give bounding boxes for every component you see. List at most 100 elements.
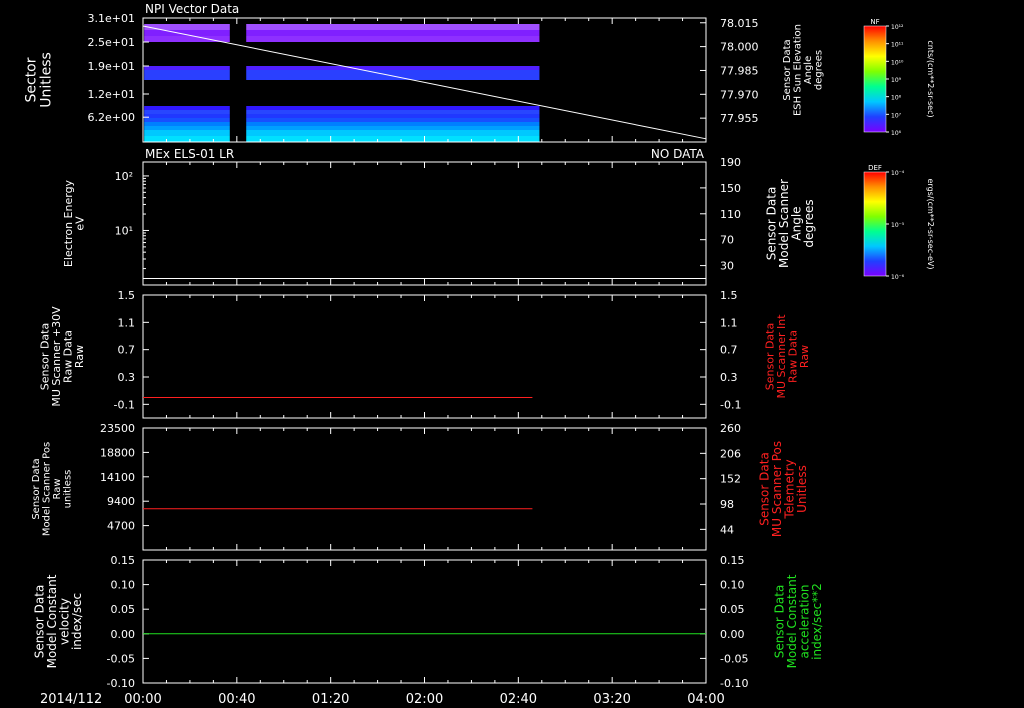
y-tick-label: 0.7 (118, 344, 136, 357)
colorbar-tick-label: 10⁶ (891, 130, 902, 137)
panel-y2label: Sensor DataESH Sun ElevationAngledegrees (782, 24, 825, 116)
heatmap-cell (144, 122, 230, 126)
y2-tick-label: 78.015 (720, 17, 759, 30)
heatmap-cell (246, 110, 540, 114)
y2-tick-label: 190 (720, 156, 741, 169)
panel-frame-3 (142, 427, 707, 551)
colorbar-tick-label: 10⁻⁴ (891, 170, 905, 177)
panel-ylabel-text: Sensor DataModel Constantvelocityindex/s… (32, 574, 84, 668)
y-tick-label: -0.1 (114, 398, 135, 411)
panel-y2label-text: Sensor DataESH Sun ElevationAngledegrees (782, 24, 825, 116)
y2-tick-label: 0.00 (720, 628, 745, 641)
y2-tick-label: 0.3 (720, 371, 738, 384)
y-tick-label: 0.15 (111, 554, 136, 567)
heatmap-cell (246, 24, 540, 30)
heatmap-cell (144, 136, 230, 142)
y2-tick-label: 206 (720, 447, 741, 460)
y2-tick-label: 30 (720, 260, 734, 273)
y2-tick-label: 0.7 (720, 344, 738, 357)
panel-y2label-text: Sensor DataModel ScannerAngledegrees (764, 179, 816, 268)
colorbar-tick-label: 10¹⁰ (891, 59, 904, 66)
heatmap-cell (246, 66, 540, 70)
y2-tick-label: 44 (720, 523, 734, 536)
heatmap-cell (246, 126, 540, 130)
colorbar-0 (863, 25, 887, 133)
y2-tick-label: -0.10 (720, 677, 748, 690)
y-tick-label: 0.3 (118, 371, 136, 384)
time-tick-label: 00:00 (124, 692, 161, 707)
heatmap-cell (246, 36, 540, 42)
heatmap-cell (246, 114, 540, 118)
heatmap-cell (246, 70, 540, 80)
colorbar-tick-label: 10¹² (891, 24, 904, 31)
colorbar-unit-text: ergs/(cm**2-sr-sec-eV) (926, 178, 935, 269)
y-tick-label: 10² (115, 170, 133, 183)
heatmap-cell (246, 30, 540, 36)
y-tick-label: 14100 (100, 471, 135, 484)
y-tick-label: 1.5 (118, 289, 136, 302)
y-tick-label: 0.05 (111, 603, 136, 616)
colorbar-tick-label: 10⁹ (891, 77, 902, 84)
colorbar-unit: ergs/(cm**2-sr-sec-eV) (926, 178, 935, 269)
panel-y2label: Sensor DataModel ScannerAngledegrees (764, 179, 816, 268)
y-tick-label: 9400 (107, 495, 135, 508)
panel-y2label: Sensor DataMU Scanner PosTelemetryUnitle… (757, 441, 809, 537)
y-tick-label: -0.05 (107, 652, 135, 665)
colorbar-label: DEF (868, 164, 882, 172)
panel-y2label-text: Sensor DataModel Constantaccelerationind… (772, 574, 824, 668)
heatmap-cell (246, 130, 540, 136)
panel-y2label-text: Sensor DataMU Scanner IntRaw DataRaw (764, 314, 812, 399)
time-tick-label: 02:40 (500, 692, 537, 707)
y-tick-label: 1.1 (118, 316, 136, 329)
y2-tick-label: 260 (720, 422, 741, 435)
heatmap-cell (144, 66, 230, 70)
panel-y2label: Sensor DataModel Constantaccelerationind… (772, 574, 824, 668)
stack-plot: 3.1e+01 2.5e+01 1.9e+01 1.2e+01 6.2e+00 78.01… (24, 2, 935, 707)
y-tick-label: 6.2e+00 (88, 111, 135, 124)
time-tick-label: 03:20 (593, 692, 630, 707)
panel-ylabel-text: Electron EnergyeV (62, 179, 87, 267)
panel-ylabel: Electron EnergyeV (62, 179, 87, 267)
panel-ylabel-text: SectorUnitless (24, 52, 55, 108)
time-tick-label: 01:20 (312, 692, 349, 707)
y2-tick-label: 78.000 (720, 41, 759, 54)
y-tick-label: 4700 (107, 520, 135, 533)
colorbar-tick-label: 10⁻⁶ (891, 274, 905, 281)
y2-tick-label: 77.985 (720, 64, 759, 77)
y-tick-label: 23500 (100, 422, 135, 435)
panel-y2label-text: Sensor DataMU Scanner PosTelemetryUnitle… (757, 441, 809, 537)
panel-title: MEx ELS-01 LR (145, 147, 234, 161)
colorbar-unit: cnts/(cm**2-sr-sec) (926, 40, 935, 117)
colorbar-tick-label: 10¹¹ (891, 42, 904, 49)
time-tick-label: 04:00 (687, 692, 724, 707)
date-label: 2014/112 (40, 692, 102, 707)
colorbar-unit-text: cnts/(cm**2-sr-sec) (926, 40, 935, 117)
panel-ylabel-text: Sensor DataModel Scanner PosRawunitless (31, 442, 74, 536)
panel-ylabel: Sensor DataModel Constantvelocityindex/s… (32, 574, 84, 668)
y2-tick-label: 77.955 (720, 112, 759, 125)
panel-ylabel: SectorUnitless (24, 52, 55, 108)
y2-tick-label: 110 (720, 208, 741, 221)
y-tick-label: 1.2e+01 (88, 88, 135, 101)
heatmap-cell (246, 136, 540, 142)
colorbar-label: NF (870, 18, 879, 26)
y2-tick-label: 0.10 (720, 579, 745, 592)
y2-tick-label: 0.05 (720, 603, 745, 616)
y2-tick-label: 0.15 (720, 554, 745, 567)
y2-tick-label: 98 (720, 498, 734, 511)
colorbar-1 (863, 171, 887, 277)
y-tick-label: 18800 (100, 446, 135, 459)
heatmap-cell (144, 70, 230, 80)
y-tick-label: 10¹ (115, 224, 133, 237)
y-tick-label: 3.1e+01 (88, 12, 135, 25)
heatmap-cell (144, 110, 230, 114)
y-tick-label: 1.9e+01 (88, 60, 135, 73)
heatmap-cell (144, 118, 230, 122)
colorbar-tick-label: 10⁻⁵ (891, 222, 905, 229)
no-data-label: NO DATA (651, 147, 705, 161)
time-tick-label: 02:00 (406, 692, 443, 707)
heatmap (144, 24, 540, 142)
y2-tick-label: 1.5 (720, 289, 738, 302)
y-tick-label: -0.10 (107, 677, 135, 690)
y2-tick-label: 70 (720, 234, 734, 247)
